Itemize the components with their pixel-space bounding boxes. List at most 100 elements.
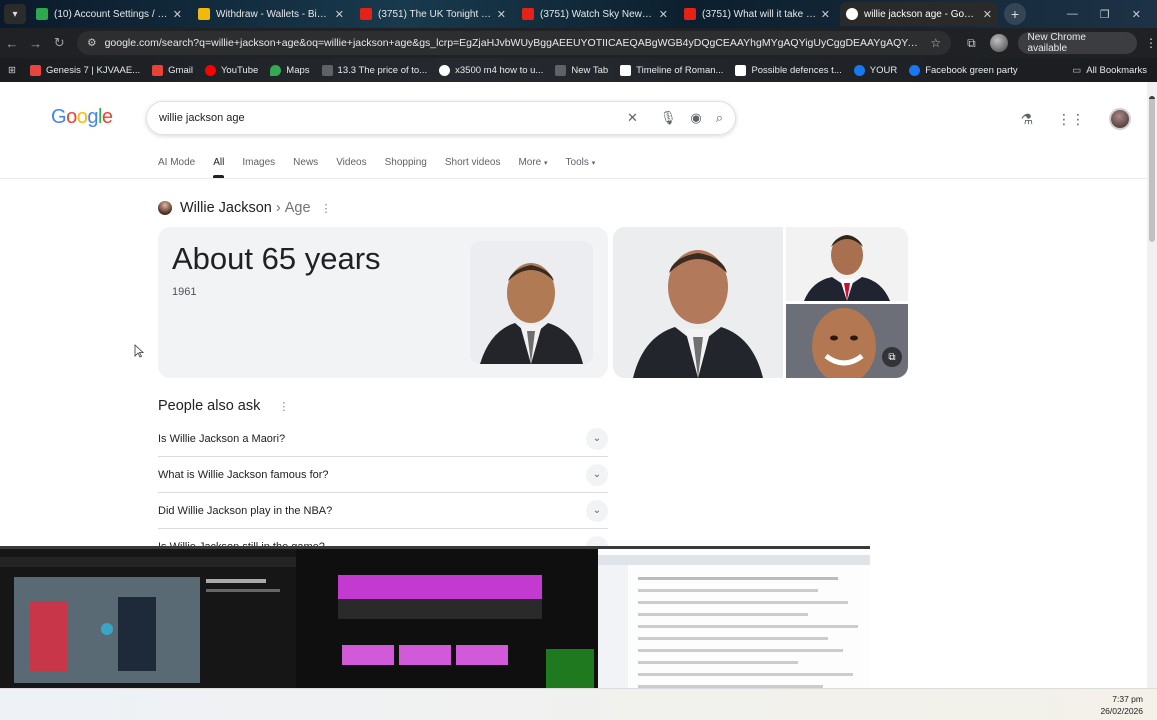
url-text: google.com/search?q=willie+jackson+age&o… <box>104 37 923 49</box>
bookmark-item[interactable]: Possible defences t... <box>735 64 842 76</box>
tab-close-icon[interactable]: ✕ <box>173 8 182 21</box>
restore-icon[interactable]: ❐ <box>1100 8 1110 21</box>
google-apps-icon[interactable]: ⋮⋮ <box>1057 111 1085 128</box>
google-logo[interactable]: Google <box>51 106 113 129</box>
image-search-icon[interactable]: ⧉ <box>882 347 902 367</box>
bookmark-star-icon[interactable]: ☆ <box>930 36 941 50</box>
close-window-icon[interactable]: ✕ <box>1132 8 1141 21</box>
browser-tab[interactable]: (3751) Watch Sky News - YouTu ✕ <box>516 2 674 26</box>
tab-all[interactable]: All <box>213 157 225 178</box>
bookmark-item[interactable]: Gmail <box>152 64 193 76</box>
chevron-down-icon[interactable]: ⌄ <box>586 463 608 486</box>
apps-grid-icon[interactable]: ⊞ <box>8 65 16 76</box>
more-options-icon[interactable]: ⋮ <box>278 401 289 413</box>
paa-question[interactable]: Is Willie Jackson a Maori? ⌄ <box>158 421 608 457</box>
tab-videos[interactable]: Videos <box>336 157 366 178</box>
tab-favicon-icon <box>522 8 534 20</box>
image-result[interactable] <box>613 227 783 378</box>
tab-short-videos[interactable]: Short videos <box>445 157 501 178</box>
mouse-cursor-icon <box>134 344 144 358</box>
new-tab-button[interactable]: + <box>1004 3 1026 25</box>
bookmark-label: 13.3 The price of to... <box>337 64 428 76</box>
labs-flask-icon[interactable]: ⚗ <box>1020 111 1033 128</box>
breadcrumb-separator: › <box>275 200 281 216</box>
reload-icon[interactable]: ↻ <box>47 35 71 51</box>
clear-search-icon[interactable]: ✕ <box>627 110 638 126</box>
bookmark-label: Facebook green party <box>925 64 1018 76</box>
address-bar[interactable]: ⚙ google.com/search?q=willie+jackson+age… <box>77 31 952 55</box>
folder-icon: ▭ <box>1072 64 1082 76</box>
profile-avatar[interactable] <box>989 34 1008 52</box>
tab-title: willie jackson age - Google Se <box>864 8 979 20</box>
tab-close-icon[interactable]: ✕ <box>497 8 506 21</box>
tab-more[interactable]: More ▾ <box>518 157 547 178</box>
image-grid: ⧉ <box>613 227 908 378</box>
browser-tab[interactable]: Withdraw - Wallets - Binance ✕ <box>192 2 350 26</box>
tab-favicon-icon <box>36 8 48 20</box>
bookmark-item[interactable]: x3500 m4 how to u... <box>439 64 544 76</box>
tab-title: (3751) Watch Sky News - YouTu <box>540 8 655 20</box>
bookmark-item[interactable]: Maps <box>270 64 310 76</box>
scrollbar-thumb[interactable] <box>1149 96 1155 242</box>
tab-ai-mode[interactable]: AI Mode <box>158 157 195 178</box>
voice-search-icon[interactable]: 🎙︎ <box>660 110 677 126</box>
browser-tab[interactable]: (3751) What will it take for dog ✕ <box>678 2 836 26</box>
facebook-icon <box>909 64 921 76</box>
image-result[interactable] <box>786 227 908 301</box>
browser-toolbar: ← → ↻ ⚙ google.com/search?q=willie+jacks… <box>0 28 1157 58</box>
account-avatar[interactable] <box>1109 108 1131 130</box>
browser-tab-strip: ▾ (10) Account Settings / Stream ✕ Withd… <box>0 0 1157 28</box>
minimize-icon[interactable]: — <box>1067 8 1078 21</box>
tab-title: (3751) The UK Tonight | Home <box>378 8 493 20</box>
bookmark-item[interactable]: 13.3 The price of to... <box>321 64 428 76</box>
chevron-down-icon[interactable]: ⌄ <box>586 427 608 450</box>
paa-question[interactable]: What is Willie Jackson famous for? ⌄ <box>158 457 608 493</box>
site-info-icon[interactable]: ⚙ <box>87 37 96 49</box>
tab-close-icon[interactable]: ✕ <box>335 8 344 21</box>
search-input[interactable]: willie jackson age ✕ 🎙︎ ◉ ⌕ <box>146 101 736 135</box>
bookmark-item[interactable]: New Tab <box>555 64 608 76</box>
extensions-icon[interactable]: ⧉ <box>967 36 976 51</box>
browser-tab[interactable]: (10) Account Settings / Stream ✕ <box>30 2 188 26</box>
question-text: Did Willie Jackson play in the NBA? <box>158 504 333 517</box>
back-icon[interactable]: ← <box>0 36 24 51</box>
page-scrollbar[interactable] <box>1147 82 1157 688</box>
bookmark-label: x3500 m4 how to u... <box>455 64 544 76</box>
bookmark-item[interactable]: YouTube <box>204 64 258 76</box>
tab-favicon-icon <box>360 8 372 20</box>
tab-news[interactable]: News <box>293 157 318 178</box>
bookmark-label: Maps <box>286 64 310 76</box>
tab-close-icon[interactable]: ✕ <box>983 8 992 21</box>
answer-value: About 65 years <box>172 241 381 276</box>
portrait-photo[interactable] <box>470 241 593 364</box>
tab-shopping[interactable]: Shopping <box>385 157 427 178</box>
tab-tools[interactable]: Tools ▾ <box>566 157 596 178</box>
bookmark-label: YOUR <box>869 64 898 76</box>
browser-tab[interactable]: (3751) The UK Tonight | Home ✕ <box>354 2 512 26</box>
more-options-icon[interactable]: ⋮ <box>321 202 332 215</box>
entity-name[interactable]: Willie Jackson <box>180 200 272 216</box>
tab-close-icon[interactable]: ✕ <box>821 8 830 21</box>
bookmark-item[interactable]: Genesis 7 | KJVAAE... <box>29 64 140 76</box>
tab-title: (10) Account Settings / Stream <box>54 8 169 20</box>
lens-search-icon[interactable]: ◉ <box>690 110 701 126</box>
search-icon[interactable]: ⌕ <box>716 110 723 126</box>
new-chrome-available-button[interactable]: New Chrome available <box>1017 32 1137 54</box>
tab-close-icon[interactable]: ✕ <box>659 8 668 21</box>
bookmark-item[interactable]: Timeline of Roman... <box>620 64 723 76</box>
all-bookmarks-button[interactable]: ▭ All Bookmarks <box>1072 65 1147 76</box>
paa-question[interactable]: Did Willie Jackson play in the NBA? ⌄ <box>158 493 608 529</box>
tab-search-icon[interactable]: ▾ <box>4 4 26 24</box>
bookmark-item[interactable]: YOUR <box>853 64 898 76</box>
entity-attribute: Age <box>284 200 311 216</box>
forward-icon[interactable]: → <box>24 36 48 51</box>
chrome-menu-icon[interactable]: ⋮ <box>1145 36 1157 50</box>
maps-icon <box>270 64 282 76</box>
system-clock[interactable]: 7:37 pm 26/02/2026 <box>1100 693 1143 717</box>
chevron-down-icon[interactable]: ⌄ <box>586 499 608 522</box>
bookmark-item[interactable]: Facebook green party <box>909 64 1018 76</box>
tab-images[interactable]: Images <box>242 157 275 178</box>
bookmark-favicon-icon <box>29 64 41 76</box>
google-favicon-icon <box>439 64 451 76</box>
browser-tab-active[interactable]: willie jackson age - Google Se ✕ <box>840 2 998 26</box>
